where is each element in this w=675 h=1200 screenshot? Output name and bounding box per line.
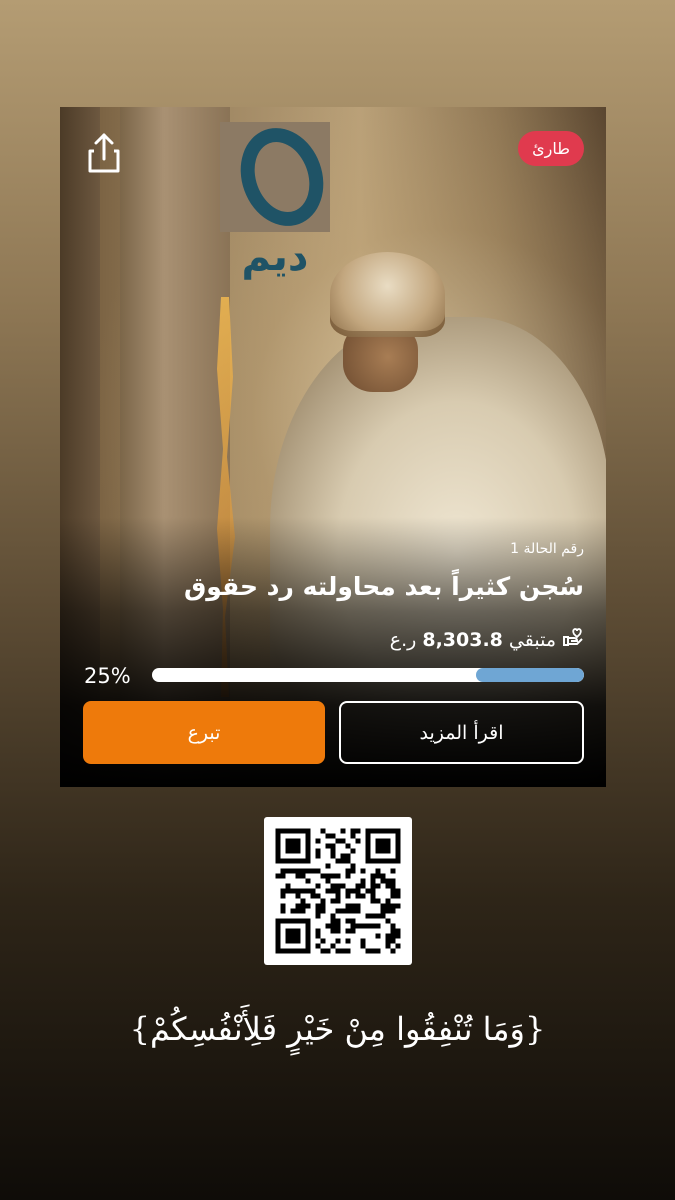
campaign-photo-cap	[330, 252, 445, 337]
campaign-card: ديم طارئ رقم الحالة 1 سُجن كثيراً بعد مح…	[60, 107, 606, 787]
urgent-badge: طارئ	[518, 131, 584, 166]
qr-code-image	[275, 828, 401, 954]
currency-label: ر.ع	[389, 628, 417, 651]
donate-button[interactable]: تبرع	[83, 701, 325, 764]
deem-logo: ديم	[220, 116, 337, 282]
remaining-label: متبقي	[508, 628, 556, 651]
progress-bar	[152, 668, 584, 682]
read-more-button[interactable]: اقرأ المزيد	[339, 701, 584, 764]
progress-percent: 25%	[84, 664, 131, 688]
remaining-amount-row: متبقي 8,303.8 ر.ع	[390, 627, 584, 652]
progress-bar-fill	[476, 668, 584, 682]
qr-code[interactable]	[264, 817, 412, 965]
share-icon[interactable]	[84, 131, 124, 175]
logo-text: ديم	[241, 234, 309, 280]
donation-hand-icon	[562, 627, 584, 652]
campaign-title: سُجن كثيراً بعد محاولته رد حقوق	[183, 572, 584, 601]
remaining-amount: 8,303.8	[422, 628, 503, 651]
quran-verse: {وَمَا تُنْفِقُوا مِنْ خَيْرٍ فَلِأَنْفُ…	[129, 1010, 546, 1048]
case-number: رقم الحالة 1	[510, 541, 584, 557]
